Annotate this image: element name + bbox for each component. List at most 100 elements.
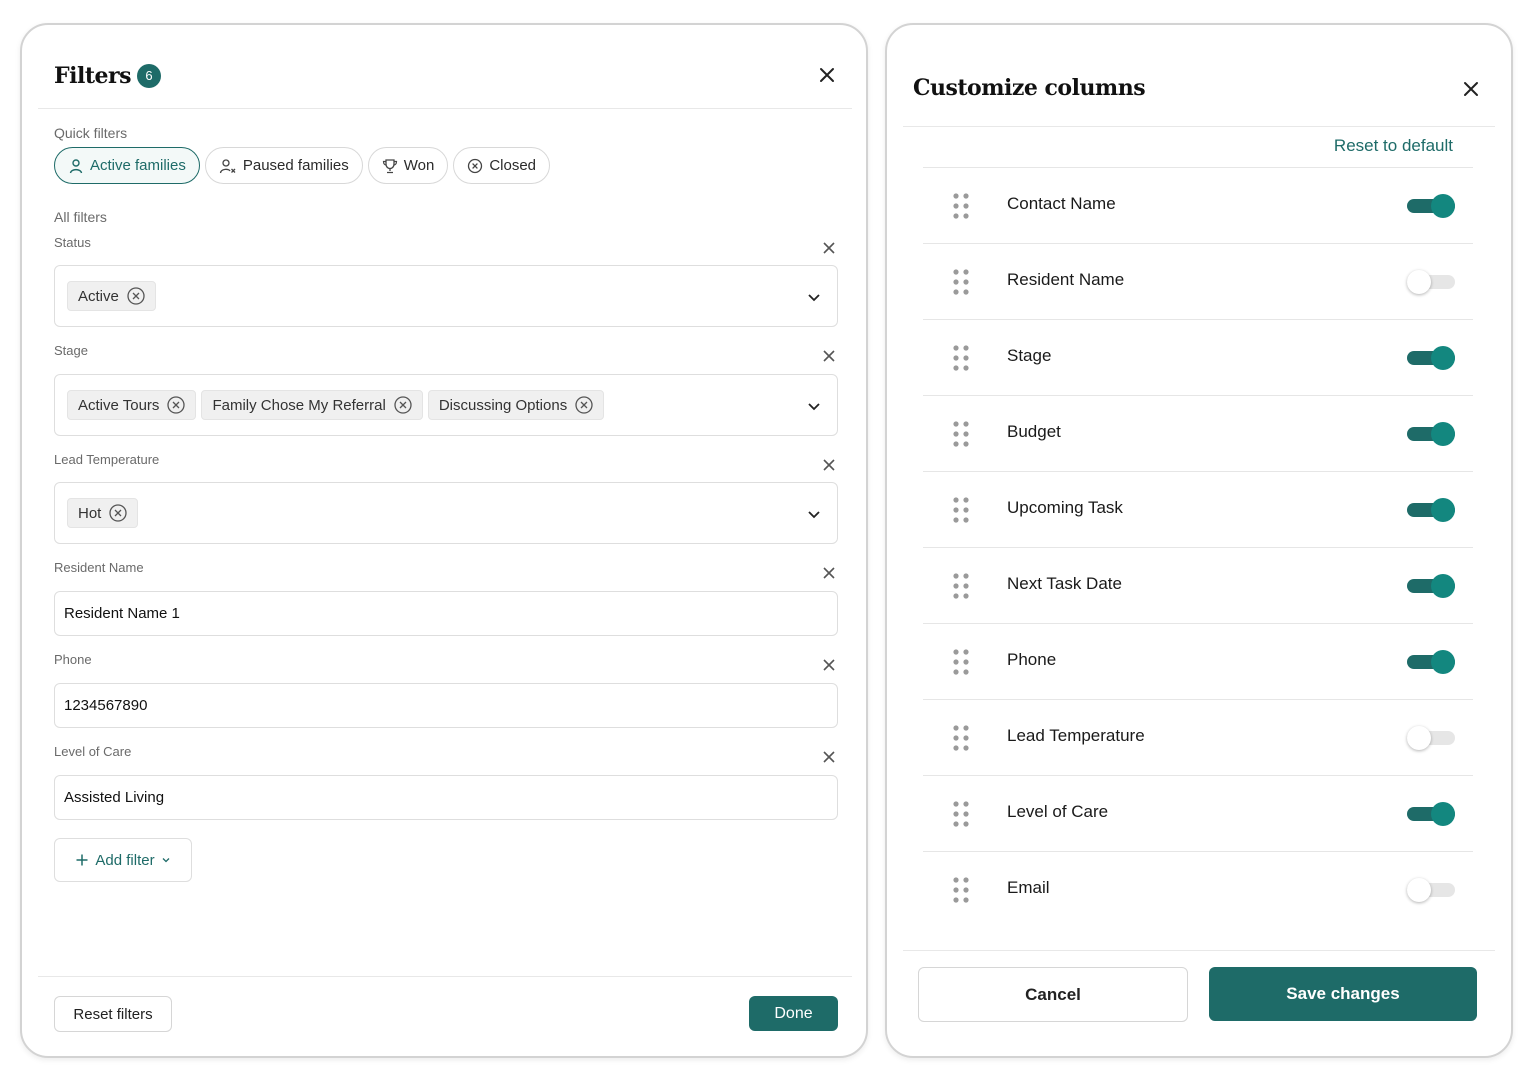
toggle-knob [1407,726,1431,750]
resident-name-filter-label: Resident Name [54,560,144,575]
column-visibility-toggle[interactable] [1407,650,1455,674]
cancel-button[interactable]: Cancel [918,967,1188,1022]
status-tag-active: Active [67,281,156,311]
close-icon [823,751,835,763]
chevron-down-icon[interactable] [807,399,821,413]
drag-handle-icon[interactable] [952,344,970,372]
column-name: Stage [1007,346,1052,365]
drag-handle-icon[interactable] [952,420,970,448]
column-row: Email [923,851,1473,927]
column-visibility-toggle[interactable] [1407,194,1455,218]
column-row: Upcoming Task [923,471,1473,547]
close-filters-button[interactable] [816,64,838,86]
tag-label: Family Chose My Referral [212,396,386,414]
reset-filters-button[interactable]: Reset filters [54,996,172,1032]
remove-status-filter-button[interactable] [822,241,836,255]
tag-label: Active [78,287,119,305]
lead-temperature-tag-hot: Hot [67,498,139,528]
remove-tag-icon[interactable] [575,396,593,414]
phone-input[interactable]: 1234567890 [54,683,838,728]
toggle-knob [1431,802,1455,826]
chevron-down-icon [162,858,170,863]
toggle-knob [1407,878,1431,902]
all-filters-label: All filters [54,209,107,225]
resident-name-input[interactable]: Resident Name 1 [54,591,838,636]
drag-handle-icon[interactable] [952,800,970,828]
remove-phone-filter-button[interactable] [822,658,836,672]
level-of-care-input[interactable]: Assisted Living [54,775,838,820]
lead-temperature-select[interactable]: Hot [54,482,838,544]
column-visibility-toggle[interactable] [1407,498,1455,522]
stage-tag-active-tours: Active Tours [67,390,197,420]
remove-tag-icon[interactable] [109,504,127,522]
column-name: Phone [1007,650,1057,669]
column-visibility-toggle[interactable] [1407,346,1455,370]
remove-tag-icon[interactable] [394,396,412,414]
stage-filter-label: Stage [54,343,88,358]
footer-divider [903,950,1495,951]
drag-handle-icon[interactable] [952,496,970,524]
column-visibility-toggle[interactable] [1407,422,1455,446]
chevron-down-icon[interactable] [807,290,821,304]
tag-label: Active Tours [78,396,160,414]
quick-filter-closed[interactable]: Closed [453,147,551,184]
remove-lead-temperature-filter-button[interactable] [822,458,836,472]
column-row: Contact Name [923,167,1473,243]
column-visibility-toggle[interactable] [1407,270,1455,294]
toggle-knob [1407,270,1431,294]
column-row: Lead Temperature [923,699,1473,775]
quick-filter-active-families[interactable]: Active families [54,147,200,184]
plus-icon [76,854,88,866]
user-x-icon [219,158,236,173]
columns-header: Customize columns [913,75,1146,101]
remove-tag-icon[interactable] [167,396,186,414]
lead-temperature-filter-label: Lead Temperature [54,452,160,467]
toggle-knob [1431,574,1455,598]
chevron-down-icon[interactable] [807,507,821,521]
column-visibility-toggle[interactable] [1407,574,1455,598]
column-visibility-toggle[interactable] [1407,726,1455,750]
user-icon [69,158,83,173]
toggle-knob [1431,650,1455,674]
column-row: Phone [923,623,1473,699]
stage-tag-discussing-options: Discussing Options [427,390,605,420]
drag-handle-icon[interactable] [952,648,970,676]
close-columns-button[interactable] [1460,78,1482,100]
close-icon [823,659,835,671]
drag-handle-icon[interactable] [952,876,970,904]
quick-filter-label: Active families [90,157,186,174]
column-row: Level of Care [923,775,1473,851]
customize-columns-panel: Customize columns Reset to default Conta… [885,23,1513,1058]
save-changes-button[interactable]: Save changes [1209,967,1477,1021]
column-name: Lead Temperature [1007,726,1145,745]
close-icon [823,350,835,362]
add-filter-button[interactable]: Add filter [54,838,192,882]
status-select[interactable]: Active [54,265,838,327]
remove-level-of-care-filter-button[interactable] [822,750,836,764]
remove-resident-name-filter-button[interactable] [822,566,836,580]
close-icon [1464,82,1478,96]
tag-label: Hot [78,504,102,522]
reset-to-default-link[interactable]: Reset to default [1334,136,1453,156]
quick-filter-won[interactable]: Won [367,147,449,184]
drag-handle-icon[interactable] [952,192,970,220]
drag-handle-icon[interactable] [952,724,970,752]
filters-header: Filters 6 [54,61,161,91]
drag-handle-icon[interactable] [952,572,970,600]
column-visibility-toggle[interactable] [1407,802,1455,826]
close-icon [823,459,835,471]
column-name: Contact Name [1007,194,1116,213]
close-icon [823,567,835,579]
remove-tag-icon[interactable] [127,287,145,305]
close-icon [823,242,835,254]
quick-filter-label: Paused families [242,157,349,174]
remove-stage-filter-button[interactable] [822,349,836,363]
header-divider [903,126,1495,127]
drag-handle-icon[interactable] [952,268,970,296]
column-visibility-toggle[interactable] [1407,878,1455,902]
done-button[interactable]: Done [749,996,838,1031]
stage-select[interactable]: Active Tours Family Chose My Referral Di… [54,374,838,436]
stage-tag-family-chose-my-referral: Family Chose My Referral [201,390,423,420]
footer-divider [38,976,852,977]
quick-filter-paused-families[interactable]: Paused families [204,147,363,184]
